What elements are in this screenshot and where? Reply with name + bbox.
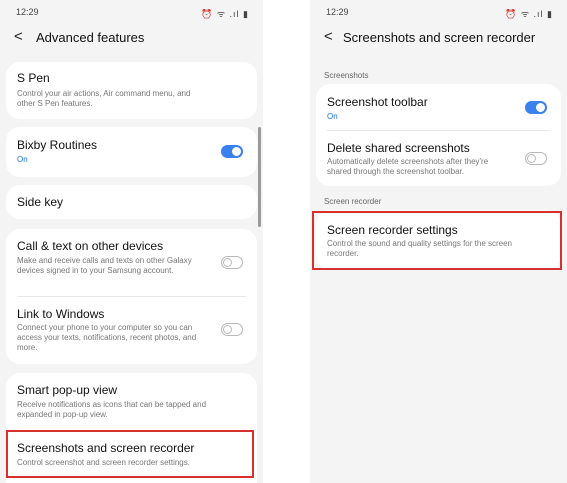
setting-item-link-to-windows[interactable]: Link to Windows Connect your phone to yo…	[6, 297, 257, 364]
status-time: 12:29	[326, 7, 349, 17]
setting-item-bixby-routines[interactable]: Bixby Routines On	[6, 127, 257, 177]
item-title: S Pen	[17, 71, 50, 85]
status-bar: 12:29 ⏰ ᯤ .ıl ▮	[310, 0, 567, 22]
item-subtitle: Make and receive calls and texts on othe…	[17, 256, 192, 275]
left-phone-screen: 12:29 ⏰ ᯤ .ıl ▮ < Advanced features S Pe…	[0, 0, 263, 483]
divider-gutter	[263, 0, 310, 483]
section-header-screenshots: Screenshots	[324, 71, 369, 80]
setting-item-screenshot-toolbar[interactable]: Screenshot toolbar On	[316, 84, 561, 129]
highlight-box	[6, 430, 254, 478]
item-subtitle: Automatically delete screenshots after t…	[327, 157, 489, 176]
highlight-box	[312, 211, 562, 270]
back-arrow-icon[interactable]: <	[14, 28, 23, 45]
app-header: < Screenshots and screen recorder	[310, 26, 567, 50]
call-text-toggle[interactable]	[221, 256, 243, 269]
card-screenshots: Screenshot toolbar On Delete shared scre…	[316, 84, 561, 186]
item-title: Side key	[17, 195, 64, 209]
bixby-toggle[interactable]	[221, 145, 243, 158]
scrollbar[interactable]	[258, 127, 261, 227]
item-status: On	[17, 155, 28, 164]
setting-item-delete-shared[interactable]: Delete shared screenshots Automatically …	[316, 131, 561, 186]
item-title: Call & text on other devices	[17, 239, 164, 253]
link-windows-toggle[interactable]	[221, 323, 243, 336]
section-header-recorder: Screen recorder	[324, 197, 382, 206]
card-sidekey: Side key	[6, 185, 257, 219]
delete-shared-toggle[interactable]	[525, 152, 547, 165]
setting-item-smart-popup[interactable]: Smart pop-up view Receive notifications …	[6, 373, 257, 429]
status-icons: ⏰ ᯤ .ıl ▮	[505, 9, 553, 19]
setting-item-call-text[interactable]: Call & text on other devices Make and re…	[6, 229, 257, 295]
screenshot-toolbar-toggle[interactable]	[525, 101, 547, 114]
setting-item-side-key[interactable]: Side key	[6, 185, 257, 219]
status-icons: ⏰ ᯤ .ıl ▮	[201, 9, 249, 19]
page-title: Advanced features	[36, 30, 145, 45]
card-spen: S Pen Control your air actions, Air comm…	[6, 62, 257, 119]
item-title: Bixby Routines	[17, 138, 98, 152]
card-connectivity: Call & text on other devices Make and re…	[6, 229, 257, 364]
item-subtitle: Connect your phone to your computer so y…	[17, 323, 197, 352]
item-title: Screenshot toolbar	[327, 95, 428, 109]
item-title: Smart pop-up view	[17, 383, 118, 397]
right-phone-screen: 12:29 ⏰ ᯤ .ıl ▮ < Screenshots and screen…	[310, 0, 567, 483]
item-title: Link to Windows	[17, 307, 105, 321]
item-status: On	[327, 112, 338, 121]
item-title: Delete shared screenshots	[327, 141, 470, 155]
status-bar: 12:29 ⏰ ᯤ .ıl ▮	[0, 0, 263, 22]
setting-item-spen[interactable]: S Pen Control your air actions, Air comm…	[6, 62, 257, 119]
back-arrow-icon[interactable]: <	[324, 28, 333, 45]
status-time: 12:29	[16, 7, 39, 17]
app-header: < Advanced features	[0, 26, 263, 50]
item-subtitle: Receive notifications as icons that can …	[17, 400, 207, 419]
item-subtitle: Control your air actions, Air command me…	[17, 89, 191, 108]
page-title: Screenshots and screen recorder	[343, 30, 536, 45]
card-bixby: Bixby Routines On	[6, 127, 257, 177]
